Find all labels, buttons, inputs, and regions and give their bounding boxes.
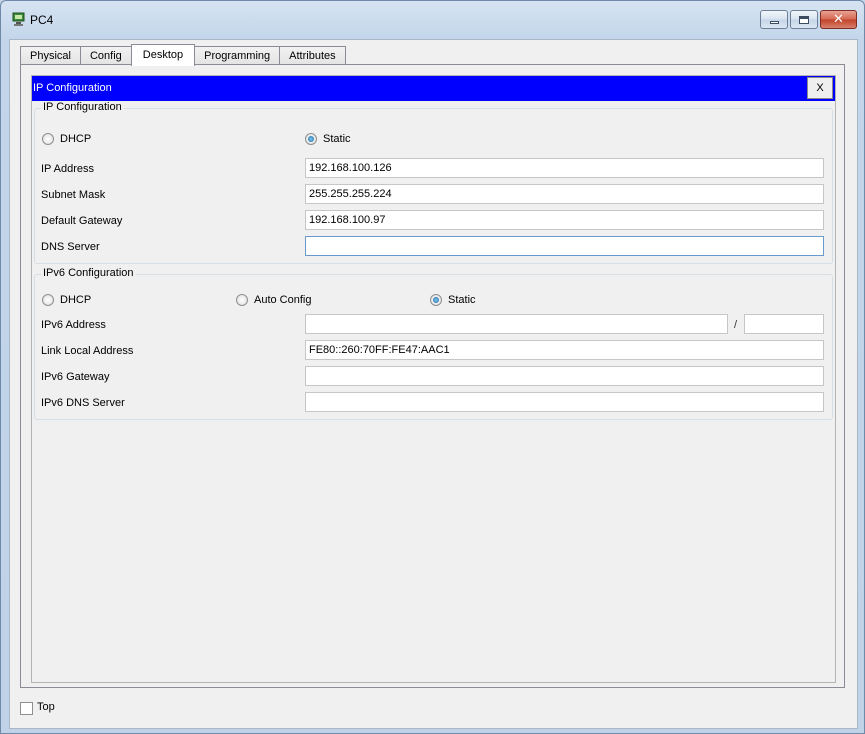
ipv4-static-radio[interactable] [305, 133, 317, 145]
ipv6-auto-config-label[interactable]: Auto Config [254, 294, 311, 306]
ipv6-prefix-length-field[interactable] [744, 314, 824, 334]
dns-server-field[interactable] [305, 236, 824, 256]
desktop-tab-page: IP Configuration X IP Configuration DHCP… [20, 64, 845, 688]
ipv6-static-label[interactable]: Static [448, 294, 476, 306]
close-icon: ✕ [833, 12, 844, 27]
ipv6-dns-server-label: IPv6 DNS Server [41, 397, 125, 409]
ip-address-field[interactable]: 192.168.100.126 [305, 158, 824, 178]
ipv4-dhcp-radio[interactable] [42, 133, 54, 145]
panel-title-bar: IP Configuration X [32, 76, 835, 101]
default-gateway-field[interactable]: 192.168.100.97 [305, 210, 824, 230]
tab-config[interactable]: Config [79, 46, 132, 65]
prefix-separator: / [734, 319, 738, 331]
ipv6-static-radio[interactable] [430, 294, 442, 306]
ipv6-auto-config-radio[interactable] [236, 294, 248, 306]
ipv6-group: IPv6 Configuration DHCP Auto Config Stat… [34, 267, 833, 420]
pc-app-icon [12, 12, 25, 26]
tab-attributes[interactable]: Attributes [279, 46, 346, 65]
ip-configuration-panel: IP Configuration X IP Configuration DHCP… [31, 75, 836, 683]
pc4-window: PC4 ✕ Physical Config Desktop Programmin… [0, 0, 865, 734]
link-local-address-field[interactable]: FE80::260:70FF:FE47:AAC1 [305, 340, 824, 360]
ipv4-group: IP Configuration DHCP Static IP Address … [34, 101, 833, 264]
panel-title: IP Configuration [33, 82, 112, 94]
tab-desktop[interactable]: Desktop [130, 44, 196, 66]
ipv6-address-field[interactable] [305, 314, 728, 334]
client-area: Physical Config Desktop Programming Attr… [9, 39, 858, 729]
panel-close-button[interactable]: X [807, 77, 833, 99]
subnet-mask-label: Subnet Mask [41, 189, 106, 201]
minimize-icon [769, 21, 779, 24]
ipv6-address-label: IPv6 Address [41, 319, 106, 331]
ipv6-dhcp-label[interactable]: DHCP [60, 294, 91, 306]
dns-server-label: DNS Server [41, 241, 100, 253]
tab-physical[interactable]: Physical [20, 46, 81, 65]
tab-programming[interactable]: Programming [194, 46, 281, 65]
tab-bar: Physical Config Desktop Programming Attr… [20, 44, 346, 66]
ipv4-static-label[interactable]: Static [323, 133, 351, 145]
ipv4-group-title: IP Configuration [41, 101, 124, 113]
ipv6-dhcp-radio[interactable] [42, 294, 54, 306]
ipv6-gateway-label: IPv6 Gateway [41, 371, 110, 383]
link-local-address-label: Link Local Address [41, 345, 134, 357]
window-title: PC4 [30, 13, 54, 27]
maximize-icon [799, 15, 809, 24]
maximize-button[interactable] [790, 10, 818, 29]
ipv4-dhcp-label[interactable]: DHCP [60, 133, 91, 145]
ip-address-label: IP Address [41, 163, 94, 175]
default-gateway-label: Default Gateway [41, 215, 123, 227]
title-bar[interactable]: PC4 ✕ [1, 1, 864, 35]
top-checkbox[interactable] [20, 702, 33, 715]
ipv6-gateway-field[interactable] [305, 366, 824, 386]
close-window-button[interactable]: ✕ [820, 10, 857, 29]
ipv6-dns-server-field[interactable] [305, 392, 824, 412]
subnet-mask-field[interactable]: 255.255.255.224 [305, 184, 824, 204]
ipv6-group-title: IPv6 Configuration [41, 267, 136, 279]
minimize-button[interactable] [760, 10, 788, 29]
top-checkbox-label[interactable]: Top [37, 701, 55, 713]
